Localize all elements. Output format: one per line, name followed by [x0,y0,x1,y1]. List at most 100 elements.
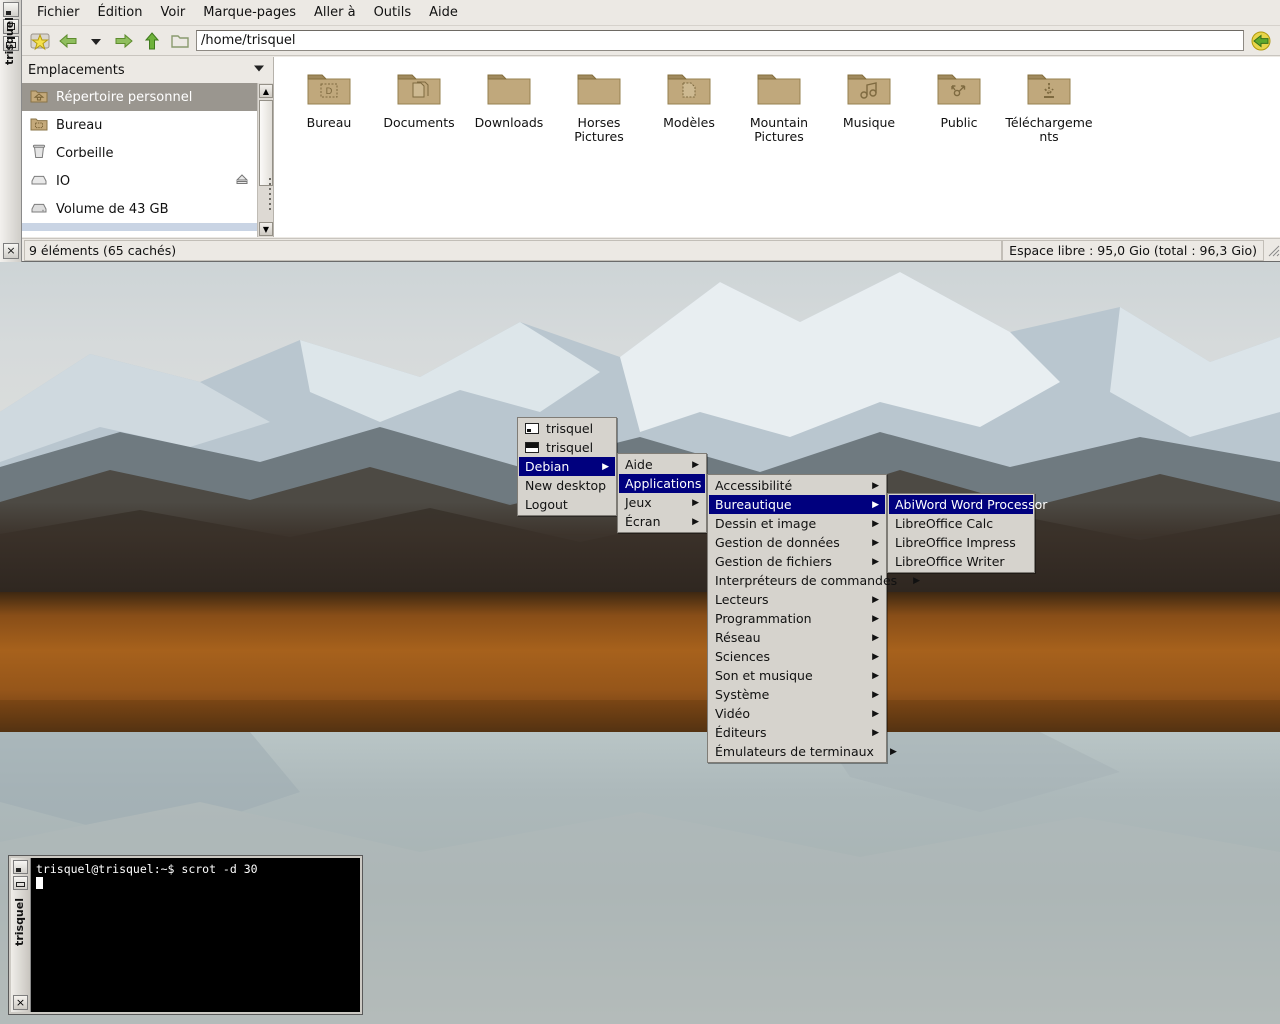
up-arrow-icon[interactable] [140,29,164,53]
sidebar-item-bureau[interactable]: Bureau [22,111,257,139]
menu-item-label: Applications [625,476,702,491]
file-item-horses-pictures[interactable]: Horses Pictures [554,65,644,144]
submenu-arrow-icon: ▶ [872,594,879,605]
downloads-folder-icon [1027,74,1071,105]
menu-item-logout[interactable]: Logout [519,495,615,514]
submenu-arrow-icon: ▶ [692,459,699,470]
scroll-up-icon[interactable]: ▲ [259,84,273,98]
path-input[interactable]: /home/trisquel [196,30,1244,51]
sidebar-item-corbeille[interactable]: Corbeille [22,139,257,167]
terminal-titlebar[interactable]: trisquel × [11,858,31,1012]
menu-item-video[interactable]: Vidéo ▶ [709,704,885,723]
terminal-window[interactable]: trisquel × trisquel@trisquel:~$ scrot -d… [8,855,363,1015]
menu-item-label: Gestion de données [715,535,840,550]
menu-fichier[interactable]: Fichier [28,2,89,23]
file-manager-window[interactable]: trisquel × Fichier Édition Voir Marque-p… [0,0,1280,262]
menu-edition[interactable]: Édition [89,2,152,23]
menu-item-editeurs[interactable]: Éditeurs ▶ [709,723,885,742]
menu-item-label: LibreOffice Writer [895,554,1005,569]
menu-item-ecran[interactable]: Écran ▶ [619,512,705,531]
menu-item-label: Jeux [625,495,652,510]
sidebar-item-volume-43gb[interactable]: Volume de 43 GB [22,195,257,223]
chevron-down-icon[interactable] [84,29,108,53]
menu-item-label: Système [715,687,770,702]
file-item-musique[interactable]: Musique [824,65,914,144]
menu-item-programmation[interactable]: Programmation ▶ [709,609,885,628]
file-item-modeles[interactable]: Modèles [644,65,734,144]
menu-item-libreoffice-writer[interactable]: LibreOffice Writer [889,552,1033,571]
file-item-mountain-pictures[interactable]: Mountain Pictures [734,65,824,144]
back-arrow-icon[interactable] [56,29,80,53]
menu-item-label: Émulateurs de terminaux [715,744,874,759]
eject-icon[interactable] [235,172,249,190]
sidebar-item-partial[interactable] [22,223,257,231]
desktop-folder-icon [30,115,48,135]
file-item-telechargements[interactable]: Téléchargements [1004,65,1094,144]
menu-item-interpreteurs-de-commandes[interactable]: Interpréteurs de commandes ▶ [709,571,920,590]
chevron-down-icon[interactable] [253,62,265,78]
menu-item-systeme[interactable]: Système ▶ [709,685,885,704]
menu-item-applications[interactable]: Applications ▶ [619,474,724,493]
menu-item-gestion-de-fichiers[interactable]: Gestion de fichiers ▶ [709,552,885,571]
menu-outils[interactable]: Outils [365,2,421,23]
file-manager-main: Emplacements Répertoire personnel Bureau… [22,57,1280,237]
submenu-arrow-icon: ▶ [872,480,879,491]
resize-grip-icon[interactable] [1266,243,1280,257]
sidebar-item-repertoire-personnel[interactable]: Répertoire personnel [22,83,257,111]
menu-aide[interactable]: Aide [420,2,467,23]
bureautique-submenu[interactable]: AbiWord Word Processor LibreOffice Calc … [887,493,1047,573]
menu-item-emulateurs-de-terminaux[interactable]: Émulateurs de terminaux ▶ [709,742,897,761]
file-item-public[interactable]: Public [914,65,1004,144]
menu-marque-pages[interactable]: Marque-pages [194,2,305,23]
places-header[interactable]: Emplacements [22,57,273,83]
go-arrow-icon[interactable] [1248,29,1274,53]
menu-item-son-et-musique[interactable]: Son et musique ▶ [709,666,885,685]
file-manager-titlebar[interactable]: trisquel × [0,0,22,262]
menu-item-abiword[interactable]: AbiWord Word Processor [889,495,1047,514]
scroll-down-icon[interactable]: ▼ [259,222,273,236]
minimize-button[interactable] [2,2,19,17]
terminal-close-button[interactable]: × [13,995,28,1010]
menu-aller-a[interactable]: Aller à [305,2,365,23]
star-icon[interactable] [28,29,52,53]
sidebar-scrollbar[interactable]: ▲ ▼ [257,83,273,237]
terminal-screen[interactable]: trisquel@trisquel:~$ scrot -d 30 [31,858,360,1012]
applications-submenu[interactable]: Accessibilité ▶ Bureautique ▶ Dessin et … [707,474,920,763]
root-menu[interactable]: trisquel trisquel Debian ▶ New desktop L… [517,417,617,516]
submenu-arrow-icon: ▶ [872,632,879,643]
file-item-downloads[interactable]: Downloads [464,65,554,144]
menu-item-sciences[interactable]: Sciences ▶ [709,647,885,666]
menu-item-debian[interactable]: Debian ▶ [519,457,615,476]
menu-item-jeux[interactable]: Jeux ▶ [619,493,705,512]
file-item-bureau[interactable]: D Bureau [284,65,374,144]
menu-item-new-desktop[interactable]: New desktop [519,476,615,495]
menu-item-accessibilite[interactable]: Accessibilité ▶ [709,476,885,495]
terminal-restore-button[interactable] [13,876,28,890]
toolbar[interactable]: /home/trisquel [22,26,1280,56]
file-item-documents[interactable]: Documents [374,65,464,144]
debian-submenu[interactable]: Aide ▶ Applications ▶ Jeux ▶ Écran ▶ [617,453,724,533]
submenu-arrow-icon: ▶ [913,575,921,586]
menu-item-trisquel-1[interactable]: trisquel [519,419,615,438]
open-folder-icon[interactable] [168,29,192,53]
places-list[interactable]: Répertoire personnel Bureau Corbeille IO… [22,83,257,237]
terminal-minimize-button[interactable] [13,860,28,874]
forward-arrow-icon[interactable] [112,29,136,53]
templates-folder-icon [667,74,711,105]
menu-item-trisquel-2[interactable]: trisquel [519,438,615,457]
scrollbar-thumb[interactable] [259,100,273,186]
menu-voir[interactable]: Voir [151,2,194,23]
menu-item-dessin-et-image[interactable]: Dessin et image ▶ [709,514,885,533]
file-list-pane[interactable]: D Bureau Documents Downloads Horses Pict… [274,57,1280,237]
menu-item-lecteurs[interactable]: Lecteurs ▶ [709,590,885,609]
menu-item-libreoffice-calc[interactable]: LibreOffice Calc [889,514,1033,533]
sidebar-item-io[interactable]: IO [22,167,257,195]
menubar[interactable]: Fichier Édition Voir Marque-pages Aller … [22,0,1280,26]
close-button[interactable]: × [3,243,19,259]
menu-item-aide[interactable]: Aide ▶ [619,455,705,474]
menu-item-libreoffice-impress[interactable]: LibreOffice Impress [889,533,1033,552]
window-icon [525,442,539,453]
menu-item-reseau[interactable]: Réseau ▶ [709,628,885,647]
menu-item-bureautique[interactable]: Bureautique ▶ [709,495,885,514]
menu-item-gestion-de-donnees[interactable]: Gestion de données ▶ [709,533,885,552]
